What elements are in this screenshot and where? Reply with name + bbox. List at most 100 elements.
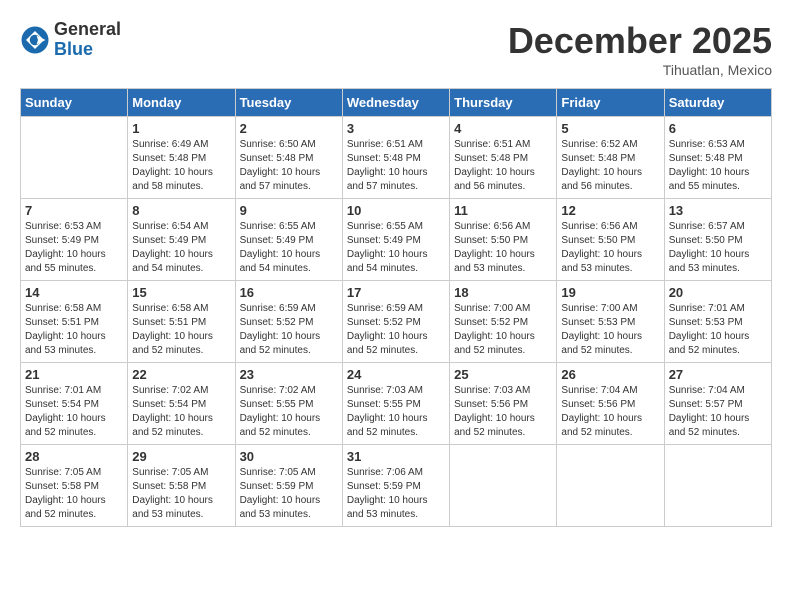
calendar-cell: 3Sunrise: 6:51 AM Sunset: 5:48 PM Daylig…	[342, 117, 449, 199]
day-number: 16	[240, 285, 338, 300]
logo-blue-text: Blue	[54, 40, 121, 60]
calendar-cell: 8Sunrise: 6:54 AM Sunset: 5:49 PM Daylig…	[128, 199, 235, 281]
weekday-header-thursday: Thursday	[450, 89, 557, 117]
weekday-header-friday: Friday	[557, 89, 664, 117]
calendar-cell: 18 Sunrise: 7:00 AM Sunset: 5:52 PM Dayli…	[450, 281, 557, 363]
week-row-5: 28 Sunrise: 7:05 AM Sunset: 5:58 PM Dayli…	[21, 445, 772, 527]
day-info: Sunrise: 6:49 AM Sunset: 5:48 PM Dayligh…	[132, 138, 230, 194]
day-number: 21	[25, 367, 123, 382]
day-info: Sunrise: 7:05 AM Sunset: 5:59 PM Dayligh…	[240, 466, 338, 522]
calendar-cell: 7Sunrise: 6:53 AM Sunset: 5:49 PM Daylig…	[21, 199, 128, 281]
title-block: December 2025 Tihuatlan, Mexico	[508, 20, 772, 78]
day-info: Sunrise: 6:58 AM Sunset: 5:51 PM Dayligh…	[25, 302, 123, 358]
day-info: Sunrise: 7:01 AM Sunset: 5:53 PM Dayligh…	[669, 302, 767, 358]
day-number: 17	[347, 285, 445, 300]
calendar-cell: 12Sunrise: 6:56 AM Sunset: 5:50 PM Dayli…	[557, 199, 664, 281]
weekday-header-monday: Monday	[128, 89, 235, 117]
week-row-2: 7Sunrise: 6:53 AM Sunset: 5:49 PM Daylig…	[21, 199, 772, 281]
day-number: 6	[669, 121, 767, 136]
day-number: 10	[347, 203, 445, 218]
calendar-cell	[557, 445, 664, 527]
day-info: Sunrise: 7:00 AM Sunset: 5:52 PM Dayligh…	[454, 302, 552, 358]
calendar-cell: 31 Sunrise: 7:06 AM Sunset: 5:59 PM Dayli…	[342, 445, 449, 527]
day-number: 5	[561, 121, 659, 136]
logo-icon	[20, 25, 50, 55]
weekday-header-saturday: Saturday	[664, 89, 771, 117]
calendar-cell: 25Sunrise: 7:03 AM Sunset: 5:56 PM Dayli…	[450, 363, 557, 445]
calendar-cell: 24 Sunrise: 7:03 AM Sunset: 5:55 PM Dayli…	[342, 363, 449, 445]
day-number: 29	[132, 449, 230, 464]
calendar-cell: 16Sunrise: 6:59 AM Sunset: 5:52 PM Dayli…	[235, 281, 342, 363]
day-info: Sunrise: 6:55 AM Sunset: 5:49 PM Dayligh…	[240, 220, 338, 276]
day-info: Sunrise: 7:03 AM Sunset: 5:56 PM Dayligh…	[454, 384, 552, 440]
calendar-cell: 4Sunrise: 6:51 AM Sunset: 5:48 PM Daylig…	[450, 117, 557, 199]
day-number: 12	[561, 203, 659, 218]
calendar-cell: 29 Sunrise: 7:05 AM Sunset: 5:58 PM Dayli…	[128, 445, 235, 527]
day-number: 3	[347, 121, 445, 136]
calendar-cell	[21, 117, 128, 199]
calendar-cell: 19 Sunrise: 7:00 AM Sunset: 5:53 PM Dayli…	[557, 281, 664, 363]
calendar-table: SundayMondayTuesdayWednesdayThursdayFrid…	[20, 88, 772, 527]
day-number: 28	[25, 449, 123, 464]
calendar-cell: 10 Sunrise: 6:55 AM Sunset: 5:49 PM Dayli…	[342, 199, 449, 281]
day-info: Sunrise: 7:03 AM Sunset: 5:55 PM Dayligh…	[347, 384, 445, 440]
calendar-cell: 27 Sunrise: 7:04 AM Sunset: 5:57 PM Dayli…	[664, 363, 771, 445]
calendar-cell: 23 Sunrise: 7:02 AM Sunset: 5:55 PM Dayli…	[235, 363, 342, 445]
calendar-cell: 14 Sunrise: 6:58 AM Sunset: 5:51 PM Dayli…	[21, 281, 128, 363]
calendar-cell	[450, 445, 557, 527]
week-row-1: 1 Sunrise: 6:49 AM Sunset: 5:48 PM Daylig…	[21, 117, 772, 199]
calendar-cell: 6 Sunrise: 6:53 AM Sunset: 5:48 PM Daylig…	[664, 117, 771, 199]
day-number: 30	[240, 449, 338, 464]
calendar-cell: 22Sunrise: 7:02 AM Sunset: 5:54 PM Dayli…	[128, 363, 235, 445]
calendar-cell: 5 Sunrise: 6:52 AM Sunset: 5:48 PM Daylig…	[557, 117, 664, 199]
calendar-cell: 13Sunrise: 6:57 AM Sunset: 5:50 PM Dayli…	[664, 199, 771, 281]
weekday-header-wednesday: Wednesday	[342, 89, 449, 117]
day-info: Sunrise: 6:54 AM Sunset: 5:49 PM Dayligh…	[132, 220, 230, 276]
day-info: Sunrise: 7:06 AM Sunset: 5:59 PM Dayligh…	[347, 466, 445, 522]
logo-general-text: General	[54, 20, 121, 40]
day-info: Sunrise: 6:57 AM Sunset: 5:50 PM Dayligh…	[669, 220, 767, 276]
day-info: Sunrise: 7:04 AM Sunset: 5:56 PM Dayligh…	[561, 384, 659, 440]
day-number: 14	[25, 285, 123, 300]
day-number: 7	[25, 203, 123, 218]
calendar-cell: 1 Sunrise: 6:49 AM Sunset: 5:48 PM Daylig…	[128, 117, 235, 199]
day-info: Sunrise: 6:50 AM Sunset: 5:48 PM Dayligh…	[240, 138, 338, 194]
weekday-header-sunday: Sunday	[21, 89, 128, 117]
month-title: December 2025	[508, 20, 772, 62]
day-info: Sunrise: 7:05 AM Sunset: 5:58 PM Dayligh…	[132, 466, 230, 522]
day-number: 15	[132, 285, 230, 300]
day-number: 19	[561, 285, 659, 300]
week-row-3: 14 Sunrise: 6:58 AM Sunset: 5:51 PM Dayli…	[21, 281, 772, 363]
day-info: Sunrise: 6:59 AM Sunset: 5:52 PM Dayligh…	[347, 302, 445, 358]
weekday-header-row: SundayMondayTuesdayWednesdayThursdayFrid…	[21, 89, 772, 117]
day-info: Sunrise: 7:01 AM Sunset: 5:54 PM Dayligh…	[25, 384, 123, 440]
day-info: Sunrise: 6:58 AM Sunset: 5:51 PM Dayligh…	[132, 302, 230, 358]
calendar-cell: 20Sunrise: 7:01 AM Sunset: 5:53 PM Dayli…	[664, 281, 771, 363]
day-number: 2	[240, 121, 338, 136]
day-info: Sunrise: 6:56 AM Sunset: 5:50 PM Dayligh…	[454, 220, 552, 276]
day-info: Sunrise: 7:02 AM Sunset: 5:55 PM Dayligh…	[240, 384, 338, 440]
logo: General Blue	[20, 20, 121, 60]
day-info: Sunrise: 7:02 AM Sunset: 5:54 PM Dayligh…	[132, 384, 230, 440]
calendar-cell: 15 Sunrise: 6:58 AM Sunset: 5:51 PM Dayli…	[128, 281, 235, 363]
week-row-4: 21 Sunrise: 7:01 AM Sunset: 5:54 PM Dayli…	[21, 363, 772, 445]
page-header: General Blue December 2025 Tihuatlan, Me…	[20, 20, 772, 78]
calendar-cell: 26 Sunrise: 7:04 AM Sunset: 5:56 PM Dayli…	[557, 363, 664, 445]
day-info: Sunrise: 6:53 AM Sunset: 5:48 PM Dayligh…	[669, 138, 767, 194]
day-number: 23	[240, 367, 338, 382]
day-info: Sunrise: 6:55 AM Sunset: 5:49 PM Dayligh…	[347, 220, 445, 276]
day-number: 1	[132, 121, 230, 136]
location: Tihuatlan, Mexico	[508, 62, 772, 78]
day-info: Sunrise: 7:04 AM Sunset: 5:57 PM Dayligh…	[669, 384, 767, 440]
day-number: 11	[454, 203, 552, 218]
day-info: Sunrise: 6:52 AM Sunset: 5:48 PM Dayligh…	[561, 138, 659, 194]
day-info: Sunrise: 6:51 AM Sunset: 5:48 PM Dayligh…	[454, 138, 552, 194]
calendar-cell: 11 Sunrise: 6:56 AM Sunset: 5:50 PM Dayli…	[450, 199, 557, 281]
day-number: 24	[347, 367, 445, 382]
day-info: Sunrise: 7:05 AM Sunset: 5:58 PM Dayligh…	[25, 466, 123, 522]
day-number: 26	[561, 367, 659, 382]
day-number: 27	[669, 367, 767, 382]
day-number: 31	[347, 449, 445, 464]
day-info: Sunrise: 7:00 AM Sunset: 5:53 PM Dayligh…	[561, 302, 659, 358]
day-number: 18	[454, 285, 552, 300]
